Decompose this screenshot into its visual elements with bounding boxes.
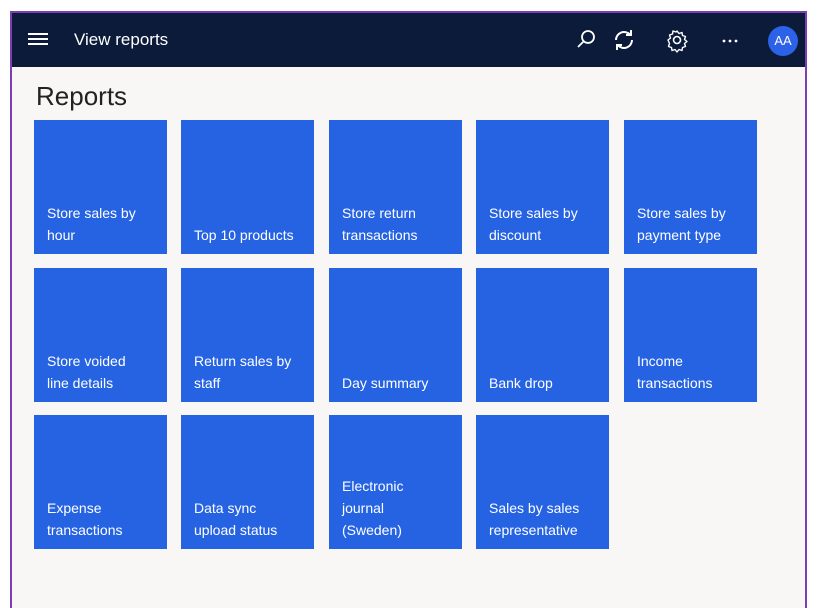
tile-label: Top 10 products (194, 227, 294, 243)
report-tile-income-transactions[interactable]: Income transactions (624, 268, 757, 402)
tile-label: Day summary (342, 375, 429, 391)
menu-icon[interactable] (28, 33, 48, 47)
report-tile-electronic-journal-sweden[interactable]: Electronic journal (Sweden) (329, 415, 462, 549)
report-tile-store-return-transactions[interactable]: Store return transactions (329, 120, 462, 254)
refresh-icon[interactable] (610, 26, 638, 54)
tile-label: Data sync upload status (194, 500, 278, 538)
tile-label: Electronic journal (Sweden) (342, 478, 404, 538)
tile-label: Expense transactions (47, 500, 123, 538)
tile-label: Store sales by payment type (637, 205, 726, 243)
tile-label: Store voided line details (47, 353, 126, 391)
tile-label: Store sales by hour (47, 205, 136, 243)
report-tile-day-summary[interactable]: Day summary (329, 268, 462, 402)
tile-label: Sales by sales representative (489, 500, 580, 538)
report-tile-bank-drop[interactable]: Bank drop (476, 268, 609, 402)
more-icon[interactable] (716, 26, 744, 54)
gear-icon[interactable] (663, 26, 691, 54)
report-tile-store-sales-by-payment-type[interactable]: Store sales by payment type (624, 120, 757, 254)
app-title[interactable]: View reports (74, 30, 168, 50)
app-window: View reports AA Reports Store sales by h… (10, 11, 807, 608)
report-tile-store-voided-line-details[interactable]: Store voided line details (34, 268, 167, 402)
tile-label: Store return transactions (342, 205, 418, 243)
top-bar: View reports AA (12, 13, 805, 67)
tile-label: Income transactions (637, 353, 713, 391)
report-tile-data-sync-upload-status[interactable]: Data sync upload status (181, 415, 314, 549)
tile-label: Store sales by discount (489, 205, 578, 243)
report-tile-expense-transactions[interactable]: Expense transactions (34, 415, 167, 549)
report-tile-store-sales-by-hour[interactable]: Store sales by hour (34, 120, 167, 254)
search-icon[interactable] (572, 26, 600, 54)
report-tile-return-sales-by-staff[interactable]: Return sales by staff (181, 268, 314, 402)
tile-label: Return sales by staff (194, 353, 292, 391)
page-title: Reports (36, 81, 128, 111)
report-tile-store-sales-by-discount[interactable]: Store sales by discount (476, 120, 609, 254)
tile-label: Bank drop (489, 375, 553, 391)
report-tile-sales-by-sales-representative[interactable]: Sales by sales representative (476, 415, 609, 549)
avatar[interactable]: AA (768, 26, 798, 56)
report-tile-top-10-products[interactable]: Top 10 products (181, 120, 314, 254)
